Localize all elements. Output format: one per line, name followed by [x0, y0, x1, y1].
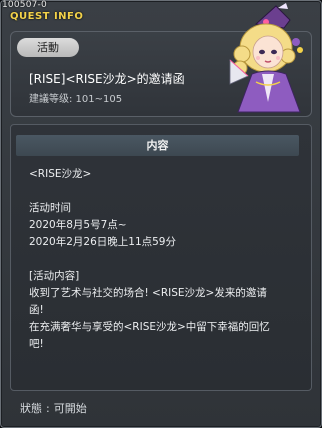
description-line: 函! — [29, 304, 44, 316]
description-blank-line — [29, 183, 304, 200]
noblewoman-npc-icon — [229, 3, 303, 113]
quest-id: 100507-0 — [2, 0, 47, 10]
description-line: 收到了艺术与社交的场合! <RISE沙龙>发来的邀请 — [29, 287, 267, 299]
description-line: 2020年2月26日晚上11点59分 — [29, 236, 176, 248]
content-tab[interactable]: 内容 — [16, 135, 299, 156]
description-line: 吧! — [29, 338, 44, 350]
quest-recommended-level: 建議等级: 101~105 — [29, 94, 123, 105]
description-line: 2020年8月5号7点~ — [29, 219, 127, 231]
description-blank-line — [29, 251, 304, 268]
description-line: [活动内容] — [29, 270, 80, 282]
quest-status: 狀態: 可開始 — [20, 400, 87, 416]
status-separator: : — [46, 402, 50, 415]
quest-title: [RISE]<RISE沙龙>的邀请函 — [29, 72, 185, 86]
window-title: QUEST INFO — [10, 11, 84, 22]
description-line: 在充满奢华与享受的<RISE沙龙>中留下幸福的回忆 — [29, 321, 270, 333]
description-line: <RISE沙龙> — [29, 168, 92, 180]
description-line: 活动时间 — [29, 202, 71, 214]
status-value: 可開始 — [53, 402, 87, 415]
quest-category-badge: 活動 — [17, 38, 79, 57]
status-label: 狀態 — [20, 402, 42, 415]
quest-description: <RISE沙龙> 活动时间 2020年8月5号7点~ 2020年2月26日晚上1… — [29, 166, 304, 353]
